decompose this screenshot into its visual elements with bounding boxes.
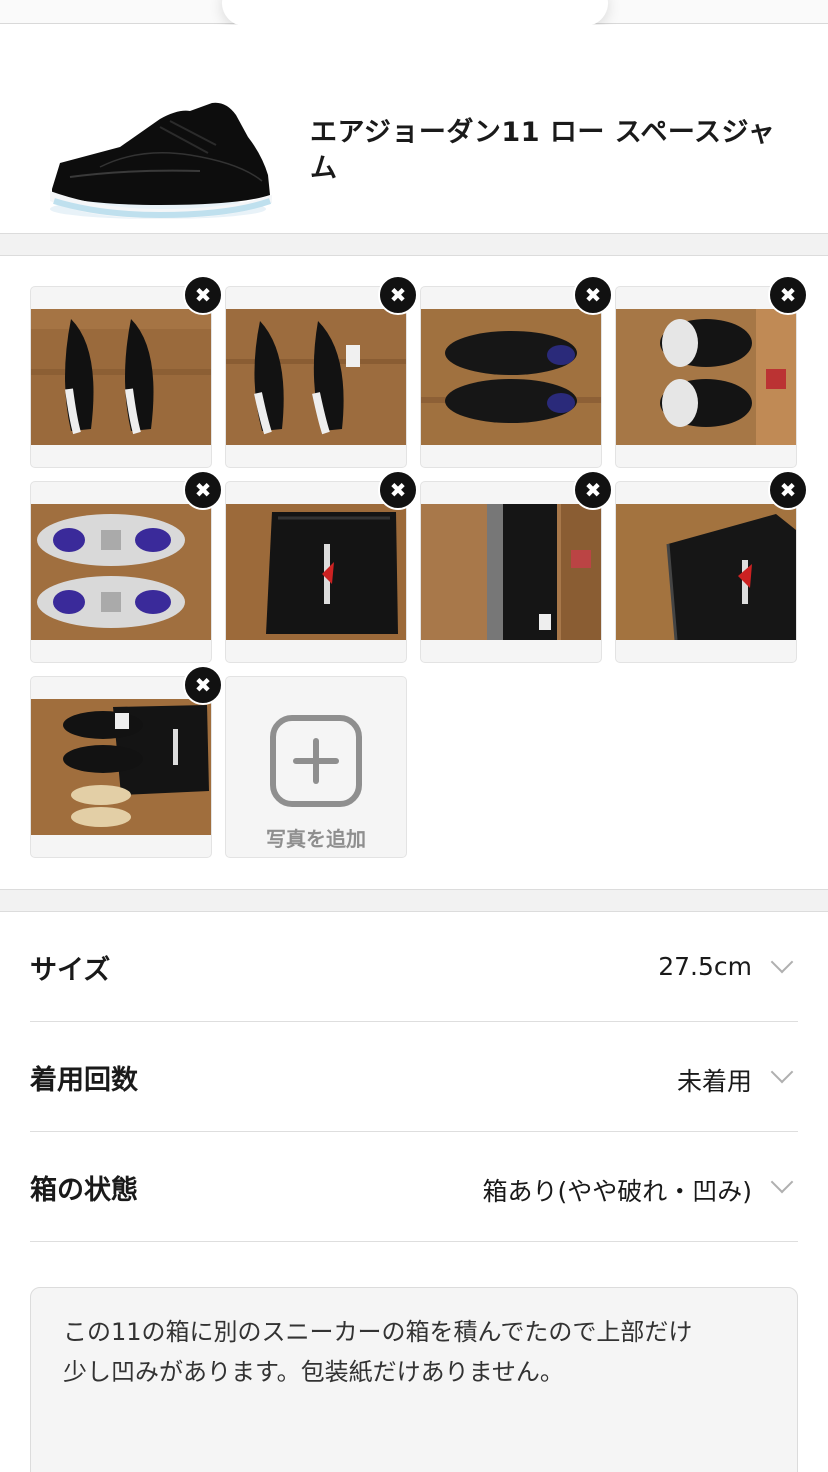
search-pill[interactable] — [222, 0, 608, 26]
remove-photo-2-button[interactable]: ✖ — [378, 275, 418, 315]
box-condition-select[interactable]: 箱の状態 箱あり(やや破れ・凹み) — [30, 1132, 798, 1242]
plus-icon — [270, 715, 362, 807]
close-icon: ✖ — [389, 283, 407, 307]
description-textarea[interactable]: この11の箱に別のスニーカーの箱を積んでたので上部だけ 少し凹みがあります。包装… — [30, 1287, 798, 1472]
photo-5[interactable] — [30, 481, 212, 663]
remove-photo-8-button[interactable]: ✖ — [768, 470, 808, 510]
photo-2[interactable] — [225, 286, 407, 468]
add-photo-label: 写真を追加 — [266, 827, 366, 851]
sneaker-thumbnail — [40, 97, 276, 237]
close-icon: ✖ — [194, 478, 212, 502]
photo-5-image — [31, 504, 211, 640]
description-text: この11の箱に別のスニーカーの箱を積んでたので上部だけ 少し凹みがあります。包装… — [63, 1318, 693, 1386]
photo-2-image — [226, 309, 406, 445]
photo-6-image — [226, 504, 406, 640]
box-condition-value: 箱あり(やや破れ・凹み) — [482, 1177, 752, 1206]
wear-count-label: 着用回数 — [30, 1065, 138, 1096]
photo-1-image — [31, 309, 211, 445]
size-select[interactable]: サイズ 27.5cm — [30, 912, 798, 1022]
photo-8[interactable] — [615, 481, 797, 663]
remove-photo-1-button[interactable]: ✖ — [183, 275, 223, 315]
remove-photo-5-button[interactable]: ✖ — [183, 470, 223, 510]
photo-9-image — [31, 699, 211, 835]
remove-photo-3-button[interactable]: ✖ — [573, 275, 613, 315]
chevron-down-icon — [770, 950, 794, 974]
close-icon: ✖ — [584, 478, 602, 502]
photo-9[interactable] — [30, 676, 212, 858]
photo-1[interactable] — [30, 286, 212, 468]
chevron-down-icon — [770, 1060, 794, 1084]
remove-photo-7-button[interactable]: ✖ — [573, 470, 613, 510]
photo-6[interactable] — [225, 481, 407, 663]
product-header: エアジョーダン11 ロー スペースジャム — [0, 25, 828, 233]
section-divider — [0, 889, 828, 912]
close-icon: ✖ — [389, 478, 407, 502]
photo-3-image — [421, 309, 601, 445]
close-icon: ✖ — [584, 283, 602, 307]
close-icon: ✖ — [779, 478, 797, 502]
remove-photo-6-button[interactable]: ✖ — [378, 470, 418, 510]
photo-7-image — [421, 504, 601, 640]
product-title: エアジョーダン11 ロー スペースジャム — [310, 117, 776, 184]
remove-photo-4-button[interactable]: ✖ — [768, 275, 808, 315]
chevron-down-icon — [770, 1170, 794, 1194]
section-divider — [0, 233, 828, 256]
remove-photo-9-button[interactable]: ✖ — [183, 665, 223, 705]
photo-4-image — [616, 309, 796, 445]
size-value: 27.5cm — [658, 952, 752, 981]
photo-8-image — [616, 504, 796, 640]
wear-count-value: 未着用 — [676, 1067, 752, 1096]
wear-count-select[interactable]: 着用回数 未着用 — [30, 1022, 798, 1132]
add-photo-button[interactable]: 写真を追加 — [225, 676, 407, 858]
photo-4[interactable] — [615, 286, 797, 468]
close-icon: ✖ — [194, 283, 212, 307]
close-icon: ✖ — [779, 283, 797, 307]
photo-7[interactable] — [420, 481, 602, 663]
box-condition-label: 箱の状態 — [30, 1175, 138, 1206]
photo-3[interactable] — [420, 286, 602, 468]
size-label: サイズ — [30, 955, 111, 986]
close-icon: ✖ — [194, 673, 212, 697]
